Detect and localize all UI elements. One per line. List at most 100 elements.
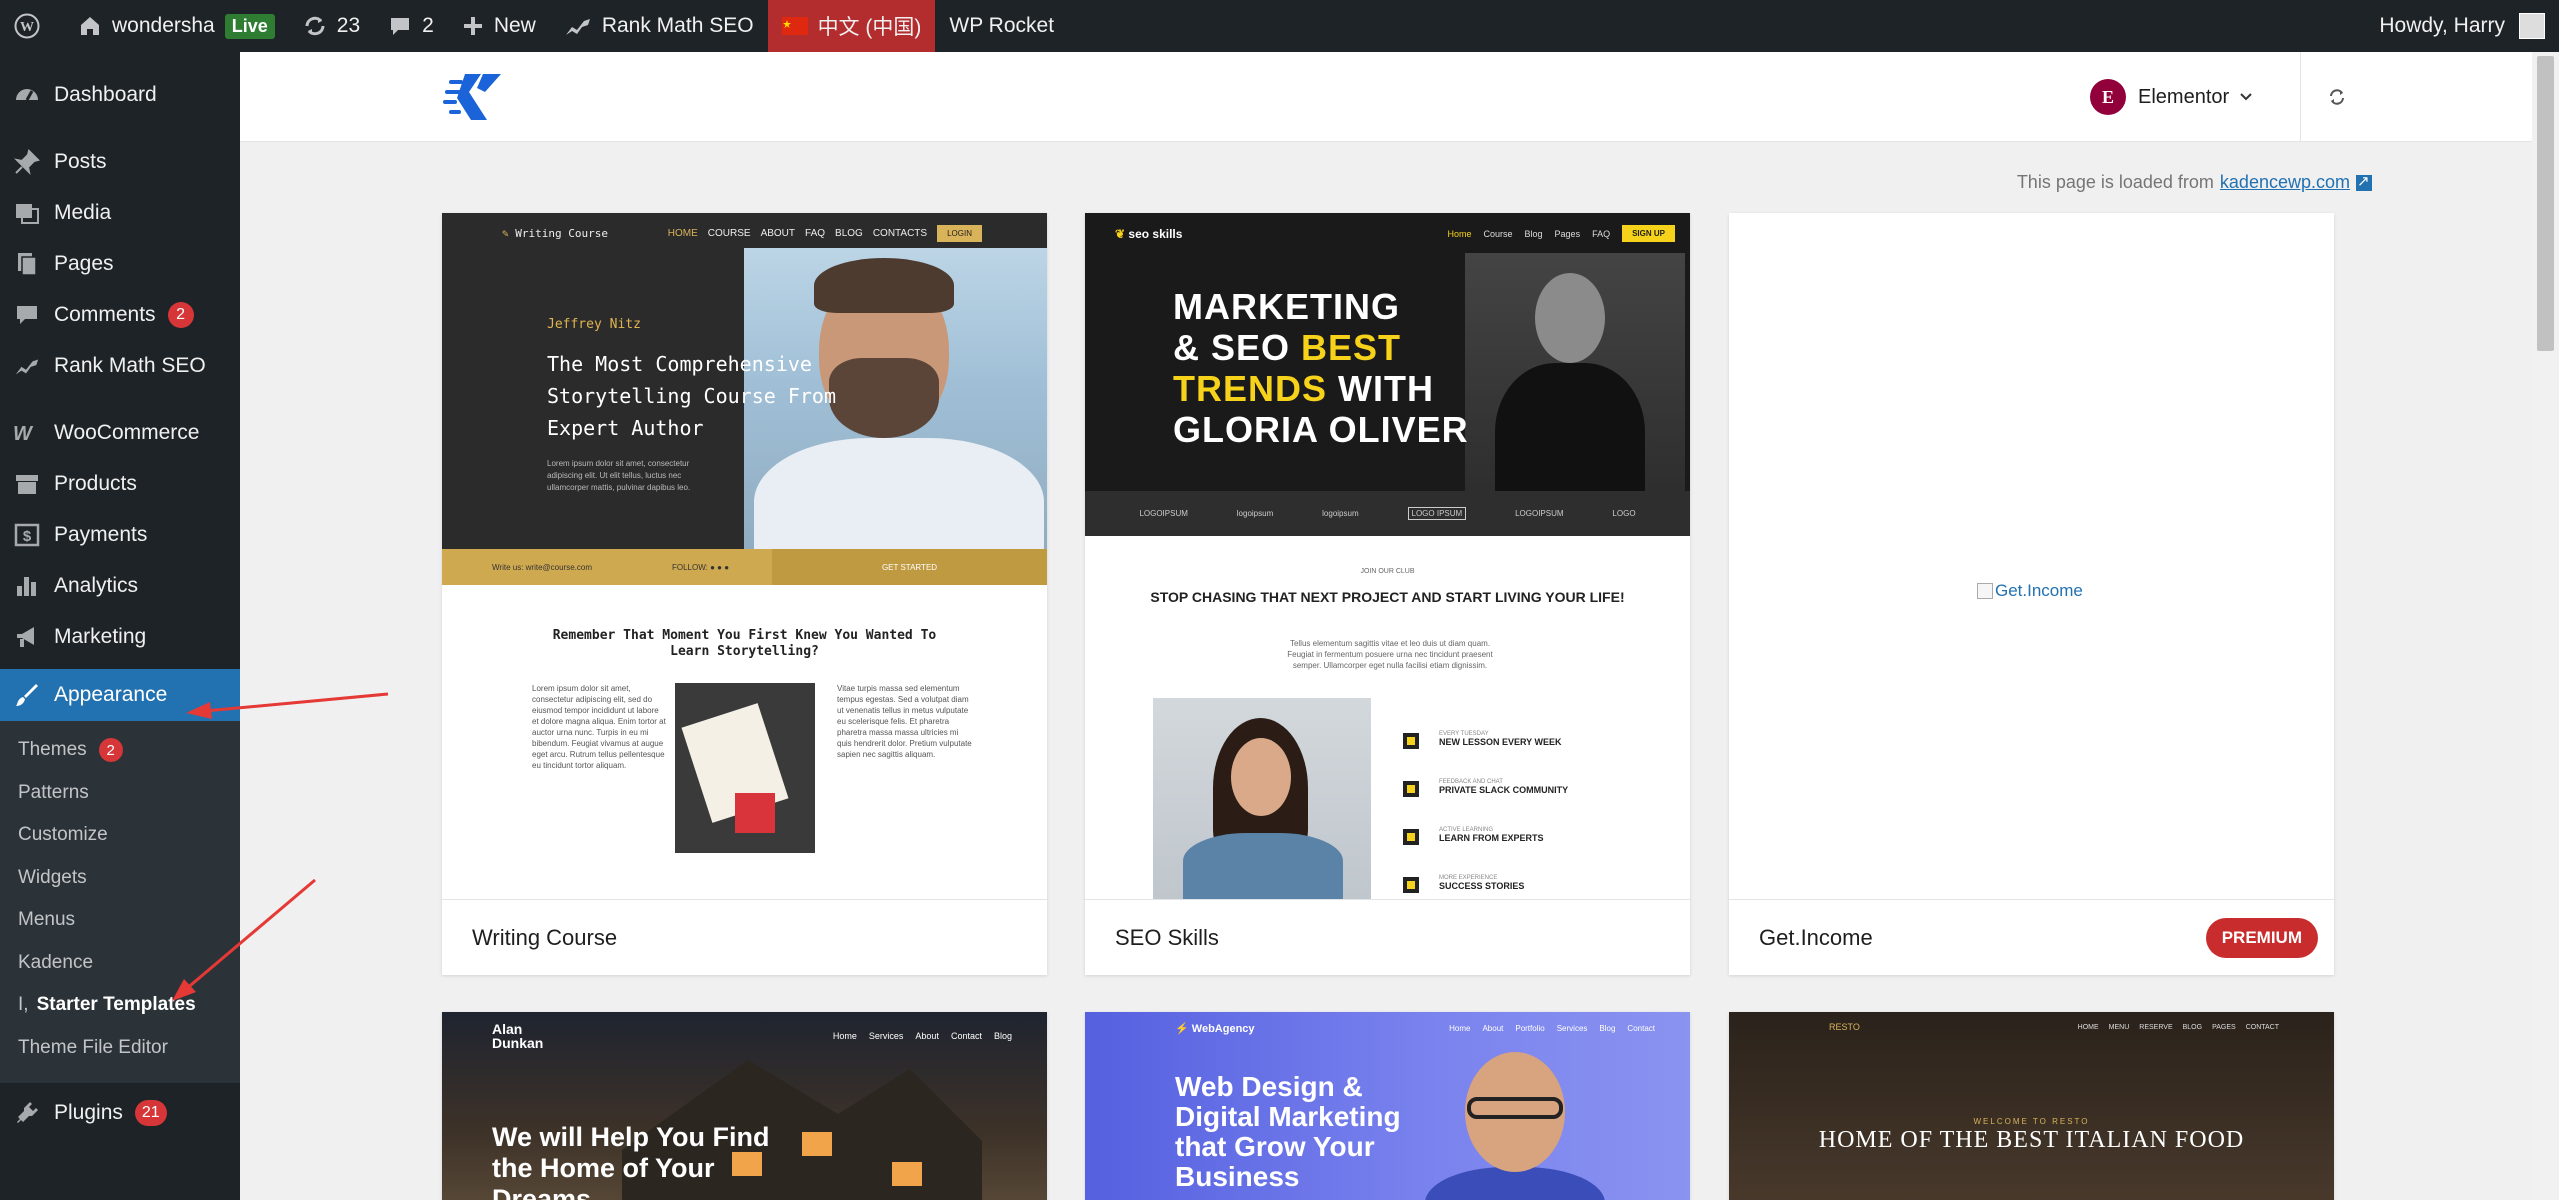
broken-image-icon	[1977, 583, 1993, 599]
submenu-item-theme-file-editor[interactable]: Theme File Editor	[0, 1027, 240, 1070]
preview-text: Tellus elementum sagittis vitae et leo d…	[1287, 639, 1493, 670]
submenu-item-themes[interactable]: Themes 2	[0, 729, 240, 772]
admin-sidebar: Dashboard Posts Media Pages Comments 2 R…	[0, 52, 240, 1200]
submenu-item-menus[interactable]: Menus	[0, 899, 240, 942]
comments-link[interactable]: 2	[374, 0, 448, 52]
template-card-seo-skills[interactable]: ❦ seo skills Home Course Blog Pages FAQ …	[1085, 213, 1690, 975]
preview-column: Vitae turpis massa sed elementum tempus …	[837, 684, 972, 759]
submenu-label: Patterns	[18, 781, 89, 803]
updates-link[interactable]: 23	[289, 0, 374, 52]
preview-nav: ✎ Writing Course HOME COURSE ABOUT FAQ B…	[502, 225, 982, 242]
wp-logo-button[interactable]: W	[0, 0, 64, 52]
template-preview[interactable]: ✎ Writing Course HOME COURSE ABOUT FAQ B…	[442, 213, 1047, 899]
new-content-link[interactable]: New	[448, 0, 550, 52]
preview-nav-item: ABOUT	[760, 228, 796, 239]
card-footer: SEO Skills	[1085, 899, 1690, 975]
template-preview[interactable]: ⚡ WebAgency Home About Portfolio Service…	[1085, 1012, 1690, 1200]
language-switcher[interactable]: 中文 (中国)	[767, 0, 936, 52]
submenu-item-customize[interactable]: Customize	[0, 814, 240, 857]
menu-item-comments[interactable]: Comments 2	[0, 289, 240, 340]
scrollbar-thumb[interactable]	[2537, 56, 2554, 351]
preview-brand: Writing Course	[515, 227, 608, 240]
menu-item-dashboard[interactable]: Dashboard	[0, 69, 240, 120]
template-name: Writing Course	[472, 924, 618, 950]
template-card-alan-dunkan[interactable]: Alan Dunkan Home Services About Contact …	[442, 1012, 1047, 1200]
dollar-icon: $	[12, 520, 42, 550]
menu-item-woocommerce[interactable]: W WooCommerce	[0, 407, 240, 458]
menu-item-marketing[interactable]: Marketing	[0, 611, 240, 662]
header-divider	[2300, 52, 2301, 142]
new-label: New	[493, 14, 536, 37]
menu-label: Analytics	[54, 573, 139, 597]
home-icon	[81, 17, 99, 35]
submenu-item-widgets[interactable]: Widgets	[0, 857, 240, 900]
submenu-label: Starter Templates	[36, 994, 196, 1016]
template-preview[interactable]: Get.Income	[1729, 213, 2334, 899]
main-content: E Elementor This page is loaded from kad…	[240, 52, 2532, 1200]
card-footer: Get.Income PREMIUM	[1729, 899, 2334, 975]
template-card-writing-course[interactable]: ✎ Writing Course HOME COURSE ABOUT FAQ B…	[442, 213, 1047, 975]
template-preview[interactable]: ❦ seo skills Home Course Blog Pages FAQ …	[1085, 213, 1690, 899]
preview-nav: Alan Dunkan Home Services About Contact …	[492, 1021, 1012, 1051]
preview-nav: ⚡ WebAgency Home About Portfolio Service…	[1175, 1023, 1655, 1035]
rankmath-link[interactable]: Rank Math SEO	[550, 0, 768, 52]
plus-icon	[463, 17, 482, 35]
preview-follow: FOLLOW:	[672, 562, 708, 572]
submenu-label: Menus	[18, 909, 76, 931]
chevron-down-icon	[2240, 93, 2252, 101]
preview-nav-item: Course	[1483, 228, 1513, 239]
menu-item-rankmath[interactable]: Rank Math SEO	[0, 340, 240, 391]
preview-feature: ACTIVE LEARNING LEARN FROM EXPERTS	[1403, 827, 1623, 845]
template-name: SEO Skills	[1115, 924, 1219, 950]
page-builder-select[interactable]: E Elementor	[2090, 72, 2253, 122]
broken-image: Get.Income	[1977, 581, 2083, 601]
menu-item-appearance[interactable]: Appearance	[0, 669, 240, 721]
menu-item-analytics[interactable]: Analytics	[0, 560, 240, 611]
chart-icon	[12, 351, 42, 381]
premium-badge: PREMIUM	[2205, 917, 2318, 958]
bar-chart-icon	[12, 571, 42, 601]
preview-brand: Alan Dunkan	[492, 1021, 544, 1051]
menu-item-products[interactable]: Products	[0, 458, 240, 509]
site-name-link[interactable]: wondersha Live	[64, 0, 289, 52]
template-preview[interactable]: RESTO HOME MENU RESERVE BLOG PAGES CONTA…	[1729, 1012, 2334, 1200]
user-account-menu[interactable]: Howdy, Harry	[2365, 0, 2559, 52]
menu-item-posts[interactable]: Posts	[0, 136, 240, 187]
preview-title: MARKETING & SEO BEST TRENDS WITH GLORIA …	[1173, 286, 1469, 450]
template-card-italian-restaurant[interactable]: RESTO HOME MENU RESERVE BLOG PAGES CONTA…	[1729, 1012, 2334, 1200]
preview-nav-item: BLOG	[835, 228, 863, 239]
menu-label: WooCommerce	[54, 420, 200, 444]
preview-nav-item: CONTACTS	[872, 228, 928, 239]
kadence-logo	[443, 68, 513, 128]
preview-logos: LOGOIPSUM logoipsum logoipsum LOGO IPSUM…	[1085, 491, 1690, 536]
preview-title: Web Design & Digital Marketing that Grow…	[1175, 1071, 1401, 1192]
submenu-item-kadence[interactable]: Kadence	[0, 942, 240, 985]
preview-title: We will Help You Find the Home of Your D…	[492, 1122, 770, 1200]
archive-icon	[12, 469, 42, 499]
menu-item-plugins[interactable]: Plugins 21	[0, 1087, 240, 1138]
submenu-label: Customize	[18, 824, 108, 846]
menu-label: Rank Math SEO	[54, 353, 206, 377]
template-card-get-income[interactable]: Get.Income Get.Income PREMIUM	[1729, 213, 2334, 975]
menu-item-media[interactable]: Media	[0, 187, 240, 238]
preview-column: Lorem ipsum dolor sit amet, consectetur …	[532, 684, 666, 770]
pages-icon	[12, 249, 42, 279]
preview-kicker: JOIN OUR CLUB	[1360, 568, 1415, 575]
wprocket-link[interactable]: WP Rocket	[935, 0, 1068, 52]
kadencewp-link[interactable]: kadencewp.com	[2220, 172, 2350, 193]
rankmath-label: Rank Math SEO	[601, 14, 754, 37]
howdy-label: Howdy, Harry	[2379, 14, 2505, 37]
template-card-web-agency[interactable]: ⚡ WebAgency Home About Portfolio Service…	[1085, 1012, 1690, 1200]
submenu-item-patterns[interactable]: Patterns	[0, 772, 240, 815]
menu-label: Plugins	[54, 1100, 123, 1124]
menu-label: Posts	[54, 149, 107, 173]
rankmath-icon	[565, 19, 590, 35]
sync-library-button[interactable]	[2302, 52, 2372, 142]
template-preview[interactable]: Alan Dunkan Home Services About Contact …	[442, 1012, 1047, 1200]
menu-item-pages[interactable]: Pages	[0, 238, 240, 289]
loaded-from-text: This page is loaded from	[2016, 172, 2214, 192]
menu-label: Appearance	[54, 683, 168, 706]
menu-item-payments[interactable]: $ Payments	[0, 509, 240, 560]
submenu-item-starter-templates[interactable]: I, Starter Templates	[0, 984, 240, 1027]
preview-image	[1153, 698, 1371, 899]
